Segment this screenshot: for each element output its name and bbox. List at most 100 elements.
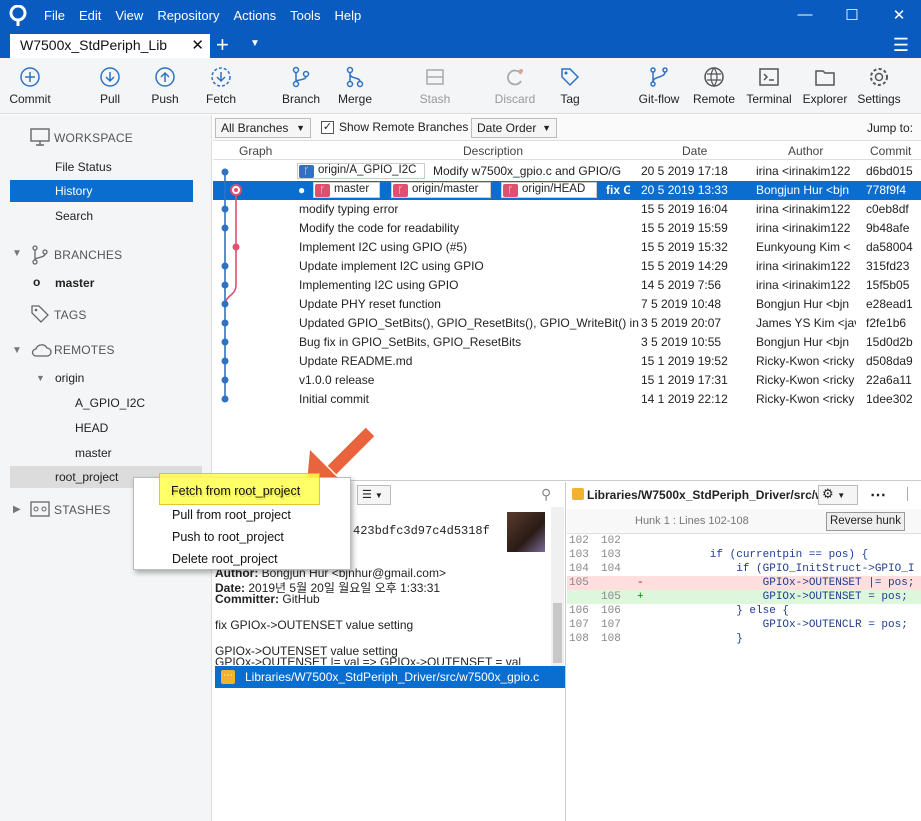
settings-button[interactable]: Settings	[856, 66, 902, 106]
column-commit[interactable]: Commit	[870, 144, 911, 158]
sidebar-remote-branch[interactable]: HEAD	[75, 421, 108, 435]
discard-label: Discard	[494, 92, 536, 106]
commit-description: Updated GPIO_SetBits(), GPIO_ResetBits()…	[299, 316, 639, 330]
hamburger-menu-icon[interactable]: ☰	[893, 35, 909, 56]
graph-node	[221, 338, 229, 346]
diff-line[interactable]: 102 102	[567, 534, 921, 548]
commit-row[interactable]: Update implement I2C using GPIO 15 5 2019…	[213, 257, 921, 276]
merge-button[interactable]: Merge	[336, 66, 374, 106]
diff-line[interactable]: 103 103 if (currentpin == pos) {	[567, 548, 921, 562]
commit-row[interactable]: v1.0.0 release 15 1 2019 17:31 Ricky-Kwon …	[213, 371, 921, 390]
menu-item-delete[interactable]: Delete root_project	[172, 552, 278, 566]
commit-date: 20 5 2019 17:18	[641, 164, 728, 178]
stashes-chevron-icon[interactable]: ▶	[13, 504, 21, 515]
diff-line-added[interactable]: 105 + GPIOx->OUTENSET = pos;	[567, 590, 921, 604]
settings-label: Settings	[857, 92, 901, 106]
origin-chevron-icon[interactable]: ▼	[36, 373, 45, 383]
jump-to-label: Jump to:	[867, 121, 914, 135]
diff-line[interactable]: 107 107 GPIOx->OUTENCLR = pos;	[567, 618, 921, 632]
commit-row[interactable]: Implement I2C using GPIO (#5) 15 5 2019 1…	[213, 238, 921, 257]
commit-row[interactable]: Bug fix in GPIO_SetBits, GPIO_ResetBits 3…	[213, 333, 921, 352]
diff-options-dropdown[interactable]: ⚙ ▼	[818, 485, 858, 505]
menu-item-fetch-highlighted[interactable]: Fetch from root_project	[171, 484, 300, 498]
commit-hash: e28ead1	[866, 297, 913, 311]
menu-tools[interactable]: Tools	[290, 8, 320, 23]
close-icon[interactable]: ✕	[889, 6, 909, 26]
branch-button[interactable]: Branch	[281, 66, 321, 106]
branches-chevron-icon[interactable]: ▼	[12, 248, 22, 259]
maximize-icon[interactable]: ☐	[842, 6, 862, 26]
tab-close-icon[interactable]: ✕	[191, 36, 204, 54]
diff-line[interactable]: 106 106 } else {	[567, 604, 921, 618]
column-description[interactable]: Description	[463, 144, 523, 158]
sidebar-remote-branch[interactable]: master	[75, 446, 112, 460]
commit-row[interactable]: Implementing I2C using GPIO 14 5 2019 7:5…	[213, 276, 921, 295]
remote-branch-badge: ᚴ origin/A_GPIO_I2C	[297, 163, 425, 179]
graph-node	[221, 281, 229, 289]
order-dropdown[interactable]: Date Order ▼	[471, 118, 557, 138]
branches-dropdown[interactable]: All Branches ▼	[215, 118, 311, 138]
sidebar: WORKSPACE File Status History Search ▼ B…	[0, 115, 212, 821]
modified-file-icon: ⋯	[221, 670, 235, 684]
explorer-button[interactable]: Explorer	[802, 66, 848, 106]
new-tab-icon[interactable]: +	[216, 32, 236, 58]
branch-icon	[292, 66, 310, 88]
commit-button[interactable]: Commit	[7, 66, 53, 106]
menu-item-push[interactable]: Push to root_project	[172, 530, 284, 544]
branch-badge-icon: ᚴ	[299, 165, 314, 178]
diff-old-line-number: 105	[569, 577, 589, 589]
diff-line-removed[interactable]: 105 - GPIOx->OUTENSET |= pos;	[567, 576, 921, 590]
sidebar-item-file-status[interactable]: File Status	[55, 160, 112, 174]
show-remote-checkbox[interactable]: ✓	[321, 121, 334, 134]
column-author[interactable]: Author	[788, 144, 823, 158]
commit-row[interactable]: Update README.md 15 1 2019 19:52 Ricky-Kwo…	[213, 352, 921, 371]
menu-file[interactable]: File	[44, 8, 65, 23]
commit-row[interactable]: modify typing error 15 5 2019 16:04 irina …	[213, 200, 921, 219]
commit-row-selected[interactable]: ● ᚴ master ᚴ origin/master ᚴ origin/HEAD fi…	[213, 181, 921, 200]
commit-author: Ricky-Kwon <ricky	[756, 354, 855, 368]
remotes-chevron-icon[interactable]: ▼	[12, 345, 22, 356]
remote-button[interactable]: Remote	[693, 66, 735, 106]
scrollbar-thumb[interactable]	[553, 603, 562, 663]
search-icon[interactable]: ⚲	[541, 486, 551, 503]
sidebar-branch-master[interactable]: master	[55, 276, 94, 290]
tab-dropdown-icon[interactable]: ▼	[250, 38, 260, 49]
menu-actions[interactable]: Actions	[233, 8, 276, 23]
changed-file-row[interactable]: ⋯ Libraries/W7500x_StdPeriph_Driver/src/…	[215, 666, 565, 688]
tag-button[interactable]: Tag	[557, 66, 583, 106]
repo-tab[interactable]: W7500x_StdPeriph_Lib ✕	[10, 34, 210, 58]
sidebar-item-search[interactable]: Search	[55, 209, 93, 223]
terminal-button[interactable]: Terminal	[745, 66, 793, 106]
commit-row[interactable]: Initial commit 14 1 2019 22:12 Ricky-Kwon …	[213, 390, 921, 409]
diff-line[interactable]: 104 104 if (GPIO_InitStruct->GPIO_I	[567, 562, 921, 576]
sidebar-remote-branch[interactable]: A_GPIO_I2C	[75, 396, 145, 410]
push-button[interactable]: Push	[150, 66, 180, 106]
menu-help[interactable]: Help	[334, 8, 361, 23]
discard-button[interactable]: Discard	[494, 66, 536, 106]
remote-branch-badge: ᚴ origin/HEAD	[501, 182, 597, 198]
column-graph[interactable]: Graph	[239, 144, 272, 158]
fetch-button[interactable]: Fetch	[204, 66, 238, 106]
menu-bar: File Edit View Repository Actions Tools …	[44, 8, 375, 23]
pull-button[interactable]: Pull	[95, 66, 125, 106]
menu-item-pull[interactable]: Pull from root_project	[172, 508, 291, 522]
column-date[interactable]: Date	[682, 144, 707, 158]
scrollbar[interactable]	[551, 507, 564, 667]
diff-code: if (GPIO_InitStruct->GPIO_I	[657, 563, 915, 575]
minimize-icon[interactable]: —	[795, 6, 815, 26]
sidebar-item-history[interactable]: History	[10, 180, 193, 202]
stash-button[interactable]: Stash	[418, 66, 452, 106]
menu-repository[interactable]: Repository	[157, 8, 219, 23]
menu-edit[interactable]: Edit	[79, 8, 101, 23]
more-options-icon[interactable]: ⋯	[870, 485, 886, 505]
sidebar-remote-origin[interactable]: origin	[55, 371, 84, 385]
commit-row[interactable]: Update PHY reset function 7 5 2019 10:48 B…	[213, 295, 921, 314]
commit-row[interactable]: ᚴ origin/A_GPIO_I2C Modify w7500x_gpio.c …	[213, 162, 921, 181]
commit-row[interactable]: Updated GPIO_SetBits(), GPIO_ResetBits()…	[213, 314, 921, 333]
menu-view[interactable]: View	[115, 8, 143, 23]
commit-row[interactable]: Modify the code for readability 15 5 2019…	[213, 219, 921, 238]
gitflow-button[interactable]: Git-flow	[636, 66, 682, 106]
branch-icon	[32, 245, 48, 265]
diff-line[interactable]: 108 108 }	[567, 632, 921, 646]
reverse-hunk-button[interactable]: Reverse hunk	[826, 512, 905, 531]
